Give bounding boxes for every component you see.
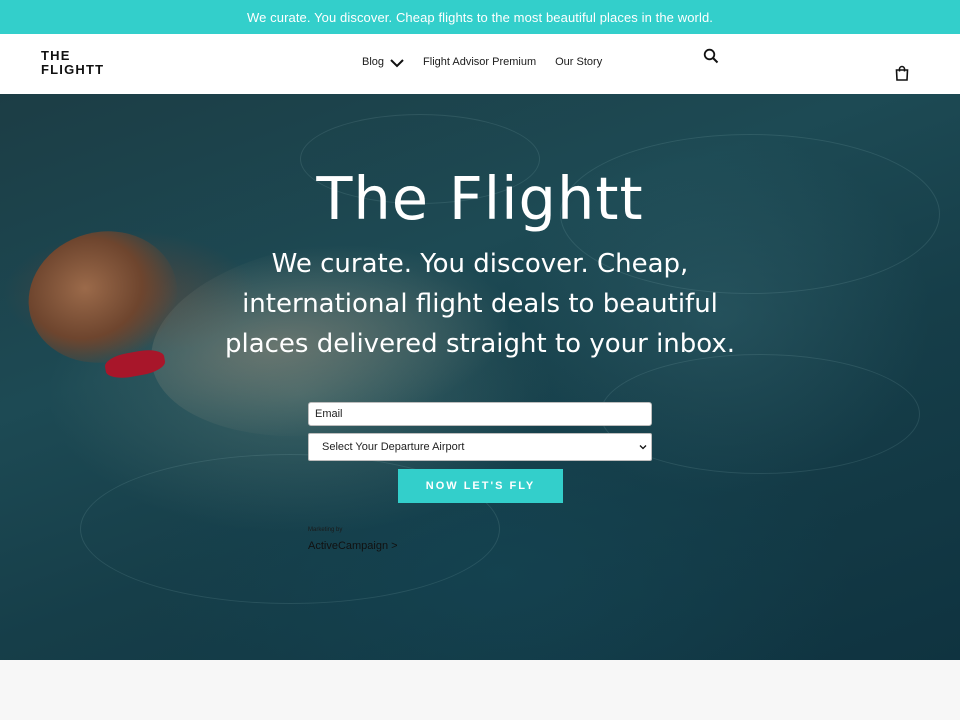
nav-item-label: Our Story [555, 56, 603, 68]
nav-item-label: Blog [362, 56, 385, 68]
logo-line-1: THE [41, 48, 71, 63]
page-section-below-hero [0, 660, 960, 720]
logo-line-2: FLIGHTT [41, 62, 105, 77]
nav-item-our-story[interactable]: Our Story [555, 56, 602, 68]
shopping-bag-icon[interactable] [894, 65, 910, 81]
hero-title: The Flightt [316, 164, 644, 233]
nav-item-label: Flight Advisor Premium [423, 56, 537, 68]
search-icon[interactable] [703, 48, 719, 64]
site-logo[interactable]: THE FLIGHTT [41, 49, 104, 77]
hero-subtitle: We curate. You discover. Cheap, internat… [224, 249, 736, 359]
announcement-bar: We curate. You discover. Cheap flights t… [0, 0, 960, 34]
site-header: THE FLIGHTT Blog Flight Advisor Premium … [0, 34, 960, 94]
nav-item-flight-advisor-premium[interactable]: Flight Advisor Premium [423, 56, 536, 68]
select-value: Select Your Departure Airport [322, 441, 465, 453]
marketing-by-label: Marketing by [308, 527, 343, 533]
main-nav: Blog Flight Advisor Premium Our Story [362, 56, 602, 68]
activecampaign-badge[interactable]: Marketing by ActiveCampaign > [308, 527, 398, 553]
email-field[interactable] [308, 402, 652, 426]
departure-airport-select[interactable]: Select Your Departure Airport [308, 433, 652, 461]
activecampaign-link: ActiveCampaign > [308, 540, 398, 552]
submit-button[interactable]: NOW LET'S FLY [398, 469, 563, 503]
select-arrow-icon [639, 445, 647, 450]
announcement-text: We curate. You discover. Cheap flights t… [246, 9, 713, 25]
chevron-down-icon [390, 58, 404, 67]
nav-item-blog[interactable]: Blog [362, 56, 404, 68]
